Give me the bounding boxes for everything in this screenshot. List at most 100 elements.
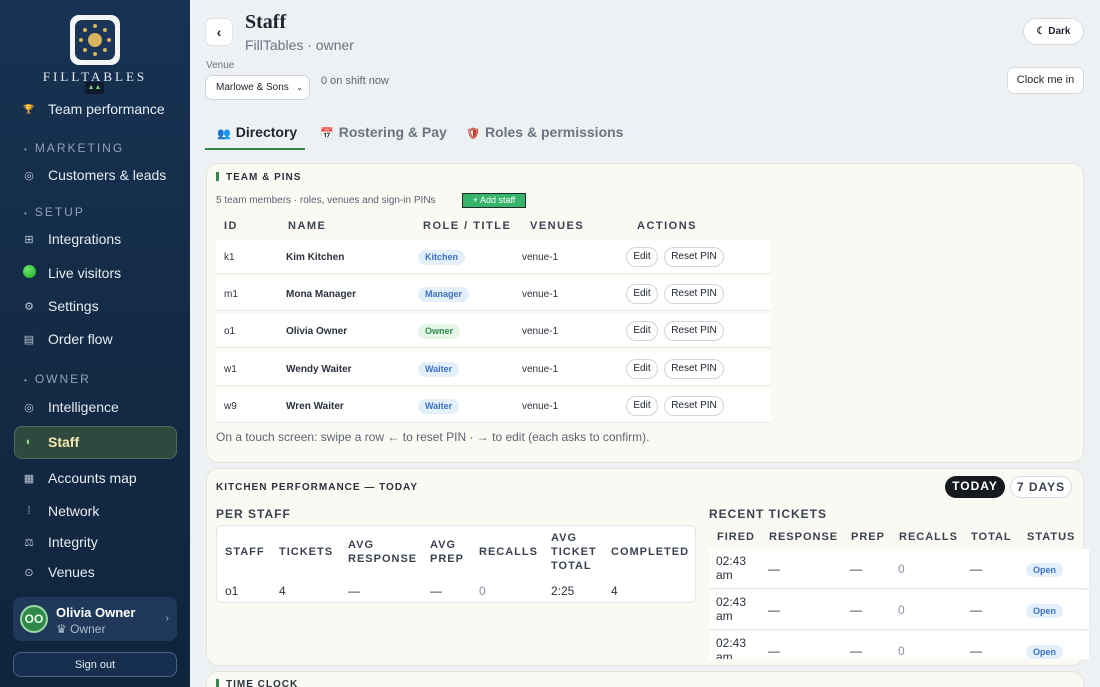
team-description: 5 team members · roles, venues and sign-…	[216, 195, 436, 206]
user-name: Olivia Owner	[56, 605, 136, 620]
time-clock-heading: TIME CLOCK	[216, 679, 298, 687]
sidebar-item-team-performance[interactable]: 🏆 Team performance	[22, 101, 164, 117]
column-header-id: ID	[224, 220, 238, 232]
table-row[interactable]: 02:43 am — — 0 — Open	[709, 631, 1089, 659]
half-moon-icon: ◐	[25, 436, 33, 448]
per-staff-table: STAFF TICKETS AVG RESPONSE AVG PREP RECA…	[216, 525, 696, 603]
column-header-response: RESPONSE	[769, 531, 839, 543]
sidebar-item-integrity[interactable]: ⚖ Integrity	[22, 534, 98, 550]
table-row[interactable]: m1 Mona Manager Manager venue-1 Edit Res…	[216, 277, 771, 311]
back-button[interactable]: ‹	[205, 18, 233, 46]
table-row[interactable]: 02:43 am — — 0 — Open	[709, 549, 1089, 589]
user-card[interactable]: OO Olivia Owner ♛ Owner ›	[13, 597, 177, 641]
ticket-response: —	[768, 603, 780, 617]
reset-pin-button[interactable]: Reset PIN	[664, 396, 724, 416]
ticket-prep: —	[850, 603, 862, 617]
role-badge: Owner	[418, 324, 461, 339]
sidebar-item-label: Customers & leads	[48, 167, 167, 183]
sidebar-item-accounts-map[interactable]: ▦ Accounts map	[22, 470, 137, 486]
table-row[interactable]: o1 Olivia Owner Owner venue-1 Edit Reset…	[216, 314, 771, 348]
tab-rostering-pay[interactable]: 📅 Rostering & Pay	[320, 124, 447, 140]
section-setup: • SETUP	[24, 205, 85, 219]
reset-pin-button[interactable]: Reset PIN	[664, 284, 724, 304]
team-pins-heading: TEAM & PINS	[216, 172, 301, 183]
sidebar-item-customers-leads[interactable]: ◎ Customers & leads	[22, 167, 166, 183]
tab-roles-permissions[interactable]: 🛡 Roles & permissions	[466, 124, 623, 140]
add-staff-button[interactable]: + Add staff	[462, 193, 526, 208]
map-icon: ▦	[23, 472, 35, 485]
column-header-staff: STAFF	[225, 546, 265, 558]
sidebar-item-integrations[interactable]: ⊞ Integrations	[22, 231, 121, 247]
staff-venue: venue-1	[522, 401, 559, 412]
circle-icon: ◎	[24, 401, 34, 414]
staff-name: Mona Manager	[286, 289, 357, 300]
ticket-prep: —	[850, 562, 862, 576]
app-logo[interactable]	[70, 15, 120, 65]
sidebar-item-network[interactable]: ⁞ Network	[22, 503, 99, 519]
dark-mode-toggle[interactable]: ☾ Dark	[1023, 18, 1084, 45]
moon-icon: ☾	[1036, 26, 1046, 37]
user-role: ♛ Owner	[56, 622, 106, 636]
live-dot-icon	[22, 265, 36, 281]
section-owner: • OWNER	[24, 372, 91, 386]
seven-days-toggle[interactable]: 7 DAYS	[1010, 476, 1072, 498]
reset-pin-button[interactable]: Reset PIN	[664, 247, 724, 267]
venue-select[interactable]: Marlowe & Sons ⌄	[205, 75, 310, 100]
gear-icon: ⚙	[24, 300, 34, 313]
role-badge: Waiter	[418, 399, 460, 414]
ticket-total: —	[970, 644, 982, 658]
reset-pin-button[interactable]: Reset PIN	[664, 359, 724, 379]
chevron-right-icon: ›	[165, 613, 169, 624]
table-row[interactable]: 02:43 am — — 0 — Open	[709, 590, 1089, 630]
column-header-avg-prep: AVG PREP	[430, 539, 464, 565]
table-row[interactable]: k1 Kim Kitchen Kitchen venue-1 Edit Rese…	[216, 240, 771, 274]
edit-button[interactable]: Edit	[626, 284, 658, 304]
people-icon: 👥	[217, 128, 231, 140]
sidebar-item-staff[interactable]: ◐ Staff	[22, 434, 79, 450]
today-toggle[interactable]: TODAY	[945, 476, 1005, 498]
per-staff-recalls: 0	[479, 584, 486, 598]
sidebar-item-live-visitors[interactable]: Live visitors	[22, 265, 121, 281]
edit-button[interactable]: Edit	[626, 247, 658, 267]
sidebar-item-settings[interactable]: ⚙ Settings	[22, 298, 99, 314]
calendar-icon: 📅	[320, 128, 334, 140]
sidebar-item-intelligence[interactable]: ◎ Intelligence	[22, 399, 119, 415]
role-badge: Waiter	[418, 362, 460, 377]
table-row[interactable]: w1 Wendy Waiter Waiter venue-1 Edit Rese…	[216, 352, 771, 386]
tab-directory[interactable]: 👥 Directory	[217, 124, 297, 140]
sidebar-item-label: Integrity	[48, 534, 98, 550]
staff-name: Wren Waiter	[286, 401, 344, 412]
page-title: Staff	[245, 11, 287, 33]
edit-button[interactable]: Edit	[626, 396, 658, 416]
sidebar-item-label: Integrations	[48, 231, 122, 247]
column-header-role: ROLE / TITLE	[423, 220, 512, 232]
column-header-completed: COMPLETED	[611, 546, 690, 558]
staff-id: w9	[224, 401, 237, 412]
staff-name: Kim Kitchen	[286, 252, 345, 263]
edit-button[interactable]: Edit	[626, 359, 658, 379]
sign-out-button[interactable]: Sign out	[13, 652, 177, 677]
column-header-actions: ACTIONS	[637, 220, 697, 232]
sidebar: FILLTABLES ▲▲ 🏆 Team performance • MARKET…	[0, 0, 190, 687]
sidebar-item-venues[interactable]: ⊙ Venues	[22, 564, 94, 580]
sidebar-item-order-flow[interactable]: ▤ Order flow	[22, 331, 113, 347]
clipboard-icon: ▤	[23, 333, 35, 346]
per-staff-tickets: 4	[279, 584, 286, 598]
column-header-tickets: TICKETS	[279, 546, 334, 558]
column-header-prep: PREP	[851, 531, 885, 543]
ticket-recalls: 0	[898, 644, 905, 658]
edit-button[interactable]: Edit	[626, 321, 658, 341]
ticket-prep: —	[850, 644, 862, 658]
role-badge: Manager	[418, 287, 470, 302]
column-header-recalls: RECALLS	[479, 546, 538, 558]
status-badge: Open	[1026, 604, 1064, 618]
on-shift-status: 0 on shift now	[321, 75, 389, 87]
staff-name: Wendy Waiter	[286, 364, 352, 375]
reset-pin-button[interactable]: Reset PIN	[664, 321, 724, 341]
pin-icon: ⊙	[24, 566, 34, 579]
avatar: OO	[20, 605, 48, 633]
clock-me-in-button[interactable]: Clock me in	[1007, 67, 1084, 94]
status-badge: Open	[1026, 563, 1064, 577]
ticket-fired: 02:43 am	[716, 636, 747, 659]
table-row[interactable]: w9 Wren Waiter Waiter venue-1 Edit Reset…	[216, 389, 771, 423]
